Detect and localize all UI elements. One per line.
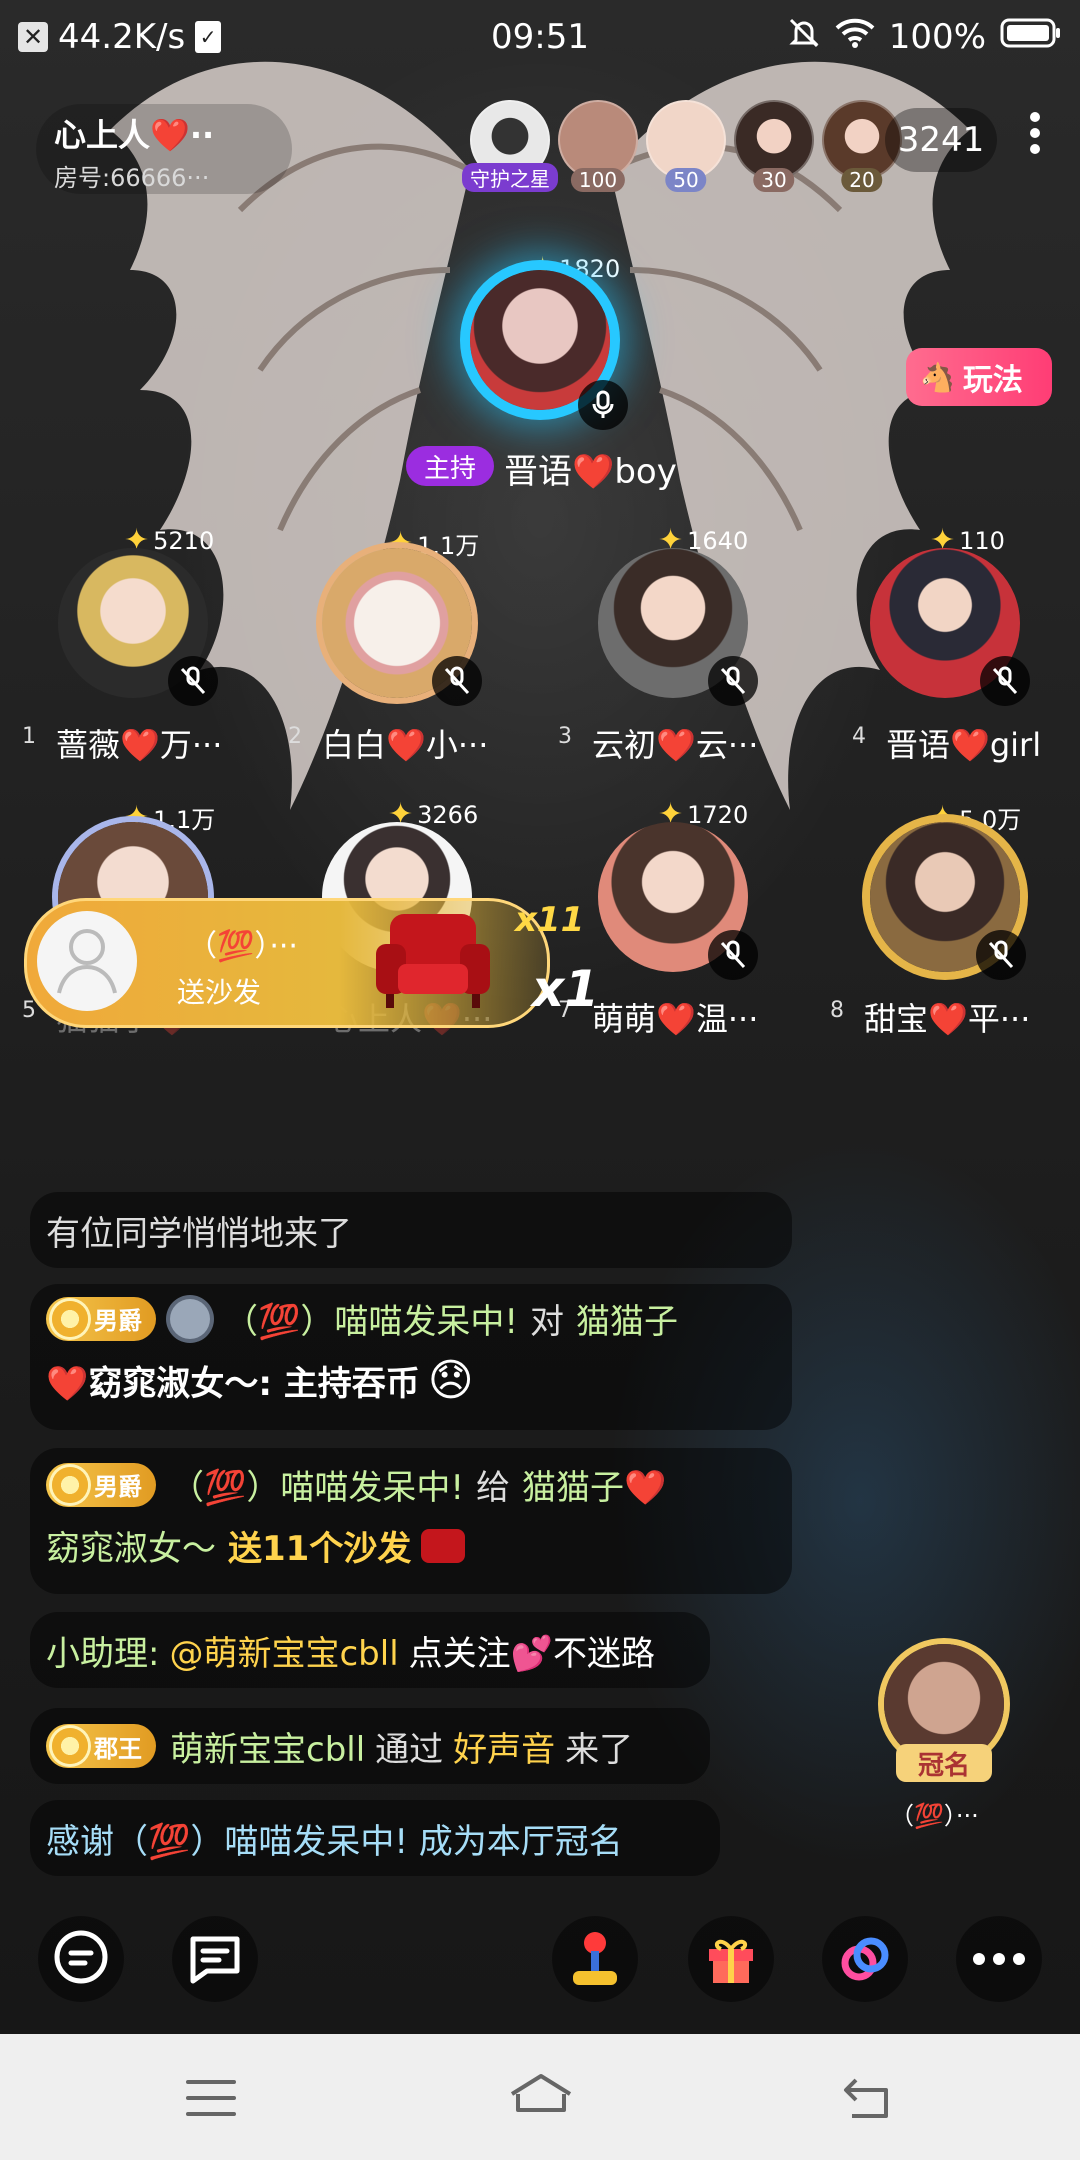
rank-badge: 男爵	[46, 1462, 156, 1507]
sofa-gift-icon	[376, 914, 490, 1008]
rank-badge: 男爵	[46, 1296, 156, 1341]
gift-text: 送11个沙发	[228, 1529, 412, 1569]
host-badge: 主持	[406, 446, 494, 486]
wifi-icon	[835, 17, 875, 58]
avatar[interactable]: 守护之星	[462, 100, 558, 192]
seat-number: 1	[22, 724, 36, 749]
mention-link[interactable]: @萌新宝宝cbll	[169, 1626, 398, 1675]
seat-number: 3	[558, 724, 572, 749]
sofa-icon	[421, 1528, 466, 1563]
gift-sender: （💯）···	[187, 929, 298, 964]
battery-level: 100%	[888, 17, 986, 57]
seat-score-value: 5210	[153, 527, 215, 555]
avatar[interactable]: 100	[558, 100, 638, 192]
guardian-star-tag: 守护之星	[462, 163, 558, 192]
mic-off-icon	[976, 930, 1026, 980]
seat-name: 白白❤️小···	[322, 726, 489, 764]
seat-number: 4	[852, 724, 866, 749]
mute-bell-icon	[787, 16, 821, 59]
status-bar: ✕ 44.2K/s ✓ 09:51 100%	[0, 0, 1080, 74]
home-icon[interactable]	[506, 2072, 576, 2126]
chat-username[interactable]: （💯）喵喵发呆中!	[224, 1294, 518, 1343]
seat-number: 2	[288, 724, 302, 749]
chat-text: ❤️窈窕淑女～: 主持吞币	[46, 1364, 420, 1404]
seat-number: 8	[830, 998, 844, 1023]
battery-icon	[1000, 17, 1062, 58]
sponsor-user: （💯）···	[890, 1802, 979, 1830]
room-info[interactable]: 心上人❤️·· 房号:66666···	[36, 104, 292, 194]
chat-text: 对	[529, 1302, 564, 1342]
mic-off-icon	[432, 656, 482, 706]
link-mic-button[interactable]	[822, 1916, 908, 2002]
viewer-count[interactable]: 3241	[885, 108, 997, 172]
microphone-icon[interactable]	[578, 380, 628, 430]
play-button[interactable]: 🐴 玩法	[906, 348, 1052, 406]
gift-button[interactable]	[688, 1916, 774, 2002]
seat-name: 蔷薇❤️万···	[56, 726, 223, 764]
room-header: 心上人❤️·· 房号:66666··· 守护之星 100 50 30 20 32…	[0, 96, 1080, 194]
room-id: 房号:66666···	[54, 164, 210, 192]
title-sponsor-badge[interactable]: 冠名 （💯）···	[874, 1644, 1014, 1830]
more-options-button[interactable]	[956, 1916, 1042, 2002]
seat-name: 云初❤️云···	[592, 726, 759, 764]
chat-text: 有位同学悄悄地来了	[46, 1213, 352, 1254]
mic-off-icon	[168, 656, 218, 706]
avatar-score: 50	[665, 168, 707, 192]
chat-text: 窈窕淑女～	[46, 1529, 216, 1569]
sad-face-emoji: 😞	[427, 1355, 474, 1406]
seat-name: 晋语❤️girl	[886, 726, 1042, 764]
chat-message: 男爵 （💯）喵喵发呆中! 给 猫猫子❤️ 窈窕淑女～ 送11个沙发	[30, 1448, 792, 1594]
gift-count-x11: x11	[515, 900, 585, 940]
chat-message: 有位同学悄悄地来了	[30, 1192, 792, 1268]
game-joystick-button[interactable]	[552, 1916, 638, 2002]
mic-off-icon	[708, 930, 758, 980]
chat-bubble-button[interactable]	[38, 1916, 124, 2002]
assistant-label: 小助理:	[46, 1633, 160, 1674]
avatar[interactable]: 50	[646, 100, 726, 192]
chat-text: 给	[475, 1468, 510, 1508]
contributor-avatars: 守护之星 100 50 30 20	[462, 100, 902, 192]
seat-name: 萌萌❤️温···	[592, 1000, 759, 1038]
bottom-toolbar	[0, 1916, 1080, 2036]
system-navigation-bar	[0, 2034, 1080, 2160]
chat-message: 感谢（💯）喵喵发呆中! 成为本厅冠名	[30, 1800, 720, 1876]
back-icon[interactable]	[842, 2076, 896, 2124]
gift-action: 送沙发	[177, 976, 262, 1009]
avatar[interactable]: 30	[734, 100, 814, 192]
chat-text: 感谢（💯）喵喵发呆中! 成为本厅冠名	[46, 1821, 623, 1862]
menu-icon[interactable]	[184, 2076, 238, 2124]
avatar-score: 20	[841, 168, 883, 192]
seat-number: 5	[22, 998, 36, 1023]
room-title: 心上人❤️··	[54, 116, 215, 154]
source-link[interactable]: 好声音	[453, 1722, 555, 1771]
avatar-score: 100	[570, 168, 626, 192]
chat-message: 郡王 萌新宝宝cbll 通过 好声音 来了	[30, 1708, 710, 1784]
chat-username[interactable]: 猫猫子	[576, 1294, 678, 1343]
sponsor-label: 冠名	[896, 1744, 992, 1782]
chat-username[interactable]: 猫猫子❤️	[522, 1460, 666, 1509]
mic-off-icon	[708, 656, 758, 706]
mic-off-icon	[980, 656, 1030, 706]
more-menu-icon[interactable]	[1020, 106, 1050, 180]
chat-text: 通过	[375, 1729, 444, 1770]
chat-message: 男爵 （💯）喵喵发呆中! 对 猫猫子 ❤️窈窕淑女～: 主持吞币 😞	[30, 1284, 792, 1430]
chat-message: 小助理: @萌新宝宝cbll 点关注💕不迷路	[30, 1612, 710, 1688]
play-label: 玩法	[962, 363, 1023, 398]
chat-username[interactable]: 萌新宝宝cbll	[170, 1722, 365, 1771]
user-placeholder-avatar	[37, 911, 137, 1011]
seat-name: 甜宝❤️平···	[864, 1000, 1031, 1038]
rank-badge: 郡王	[46, 1724, 156, 1768]
chat-text: 点关注💕不迷路	[408, 1633, 655, 1674]
message-button[interactable]	[172, 1916, 258, 2002]
chat-text: 来了	[565, 1729, 634, 1770]
host-name: 晋语❤️boy	[504, 452, 677, 492]
avatar-score: 30	[753, 168, 795, 192]
chat-username[interactable]: （💯）喵喵发呆中!	[170, 1460, 464, 1509]
seat-score-value: 3266	[417, 801, 479, 829]
rocking-horse-icon: 🐴	[920, 360, 955, 394]
medal-icon	[170, 1298, 210, 1339]
gift-count-x1: x1	[532, 960, 600, 1018]
